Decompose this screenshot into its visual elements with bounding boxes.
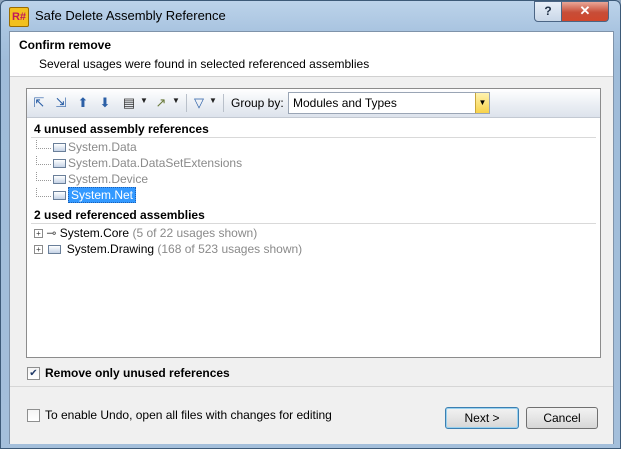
dialog-client-area: Confirm remove Several usages were found… xyxy=(9,31,614,444)
tree-item-label: System.Core xyxy=(59,226,130,240)
unused-references-header: 4 unused assembly references xyxy=(34,122,209,136)
usage-count: (168 of 523 usages shown) xyxy=(157,242,303,256)
tree-item-label: System.Device xyxy=(68,172,149,186)
tree-item-label: System.Data.DataSetExtensions xyxy=(68,156,243,170)
help-button[interactable]: ? xyxy=(534,1,562,22)
toolbar-separator xyxy=(223,94,224,112)
cancel-button[interactable]: Cancel xyxy=(526,407,598,429)
usages-toolbar: ⇱ ⇲ ⬆ ⬇ ▤ ▼ ↗ ▼ ▽ ▼ Group by: Modules an… xyxy=(27,89,600,118)
enable-undo-label[interactable]: To enable Undo, open all files with chan… xyxy=(45,408,332,422)
filter-icon[interactable]: ▽ xyxy=(191,95,207,111)
group-by-value: Modules and Types xyxy=(293,96,397,110)
collapse-all-icon[interactable]: ⇱ xyxy=(31,95,47,111)
tree-connector xyxy=(36,188,51,197)
tree-item-system-device[interactable]: System.Device xyxy=(36,172,148,188)
dialog-header: Confirm remove Several usages were found… xyxy=(10,32,613,77)
tree-item-system-net[interactable]: System.Net xyxy=(36,187,137,204)
view-options-dropdown-icon[interactable]: ▼ xyxy=(140,96,148,105)
chevron-down-icon[interactable]: ▼ xyxy=(475,93,489,113)
previous-usage-icon[interactable]: ⬆ xyxy=(75,95,91,111)
remove-only-unused-checkbox[interactable]: ✔ xyxy=(27,367,40,380)
dialog-footer: To enable Undo, open all files with chan… xyxy=(10,386,613,444)
group-by-label: Group by: xyxy=(231,96,284,110)
assembly-icon xyxy=(53,191,66,201)
expand-icon[interactable]: + xyxy=(34,229,43,239)
pin-icon: ⊸ xyxy=(46,226,57,240)
tree-item-system-data-datasetextensions[interactable]: System.Data.DataSetExtensions xyxy=(36,156,242,172)
group-divider xyxy=(31,137,596,138)
expand-icon[interactable]: + xyxy=(34,245,43,255)
dialog-window: R# Safe Delete Assembly Reference ? ✕ Co… xyxy=(0,0,621,449)
resharper-app-icon: R# xyxy=(9,7,29,27)
view-options-icon[interactable]: ▤ xyxy=(121,95,137,111)
toolbar-separator xyxy=(186,94,187,112)
next-button[interactable]: Next > xyxy=(445,407,519,429)
filter-dropdown-icon[interactable]: ▼ xyxy=(209,96,217,105)
remove-only-unused-label[interactable]: Remove only unused references xyxy=(45,366,230,380)
tree-item-system-data[interactable]: System.Data xyxy=(36,140,137,156)
tree-item-label: System.Data xyxy=(68,140,137,154)
close-button[interactable]: ✕ xyxy=(561,1,609,22)
export-dropdown-icon[interactable]: ▼ xyxy=(172,96,180,105)
tree-connector xyxy=(36,172,51,181)
next-usage-icon[interactable]: ⬇ xyxy=(97,95,113,111)
enable-undo-checkbox[interactable] xyxy=(27,409,40,422)
usage-count: (5 of 22 usages shown) xyxy=(132,226,258,240)
assembly-icon xyxy=(53,159,66,169)
tree-item-label-selected: System.Net xyxy=(68,187,137,203)
usages-panel: ⇱ ⇲ ⬆ ⬇ ▤ ▼ ↗ ▼ ▽ ▼ Group by: Modules an… xyxy=(26,88,601,358)
expand-all-icon[interactable]: ⇲ xyxy=(53,95,69,111)
export-icon[interactable]: ↗ xyxy=(153,95,169,111)
tree-item-system-drawing[interactable]: + System.Drawing (168 of 523 usages show… xyxy=(34,242,302,258)
tree-connector xyxy=(36,140,51,149)
usages-tree: 4 unused assembly references System.Data… xyxy=(27,118,600,357)
dialog-heading: Confirm remove xyxy=(19,38,112,52)
group-divider xyxy=(31,223,596,224)
group-by-select[interactable]: Modules and Types ▼ xyxy=(288,92,490,114)
title-bar[interactable]: R# Safe Delete Assembly Reference ? ✕ xyxy=(1,1,620,31)
dialog-description: Several usages were found in selected re… xyxy=(39,57,370,71)
assembly-icon xyxy=(53,175,66,185)
window-title: Safe Delete Assembly Reference xyxy=(35,8,226,23)
tree-item-label: System.Drawing xyxy=(66,242,155,256)
used-assemblies-header: 2 used referenced assemblies xyxy=(34,208,205,222)
tree-item-system-core[interactable]: + ⊸ System.Core (5 of 22 usages shown) xyxy=(34,226,257,242)
assembly-icon xyxy=(48,245,62,255)
assembly-icon xyxy=(53,143,66,153)
tree-connector xyxy=(36,156,51,165)
